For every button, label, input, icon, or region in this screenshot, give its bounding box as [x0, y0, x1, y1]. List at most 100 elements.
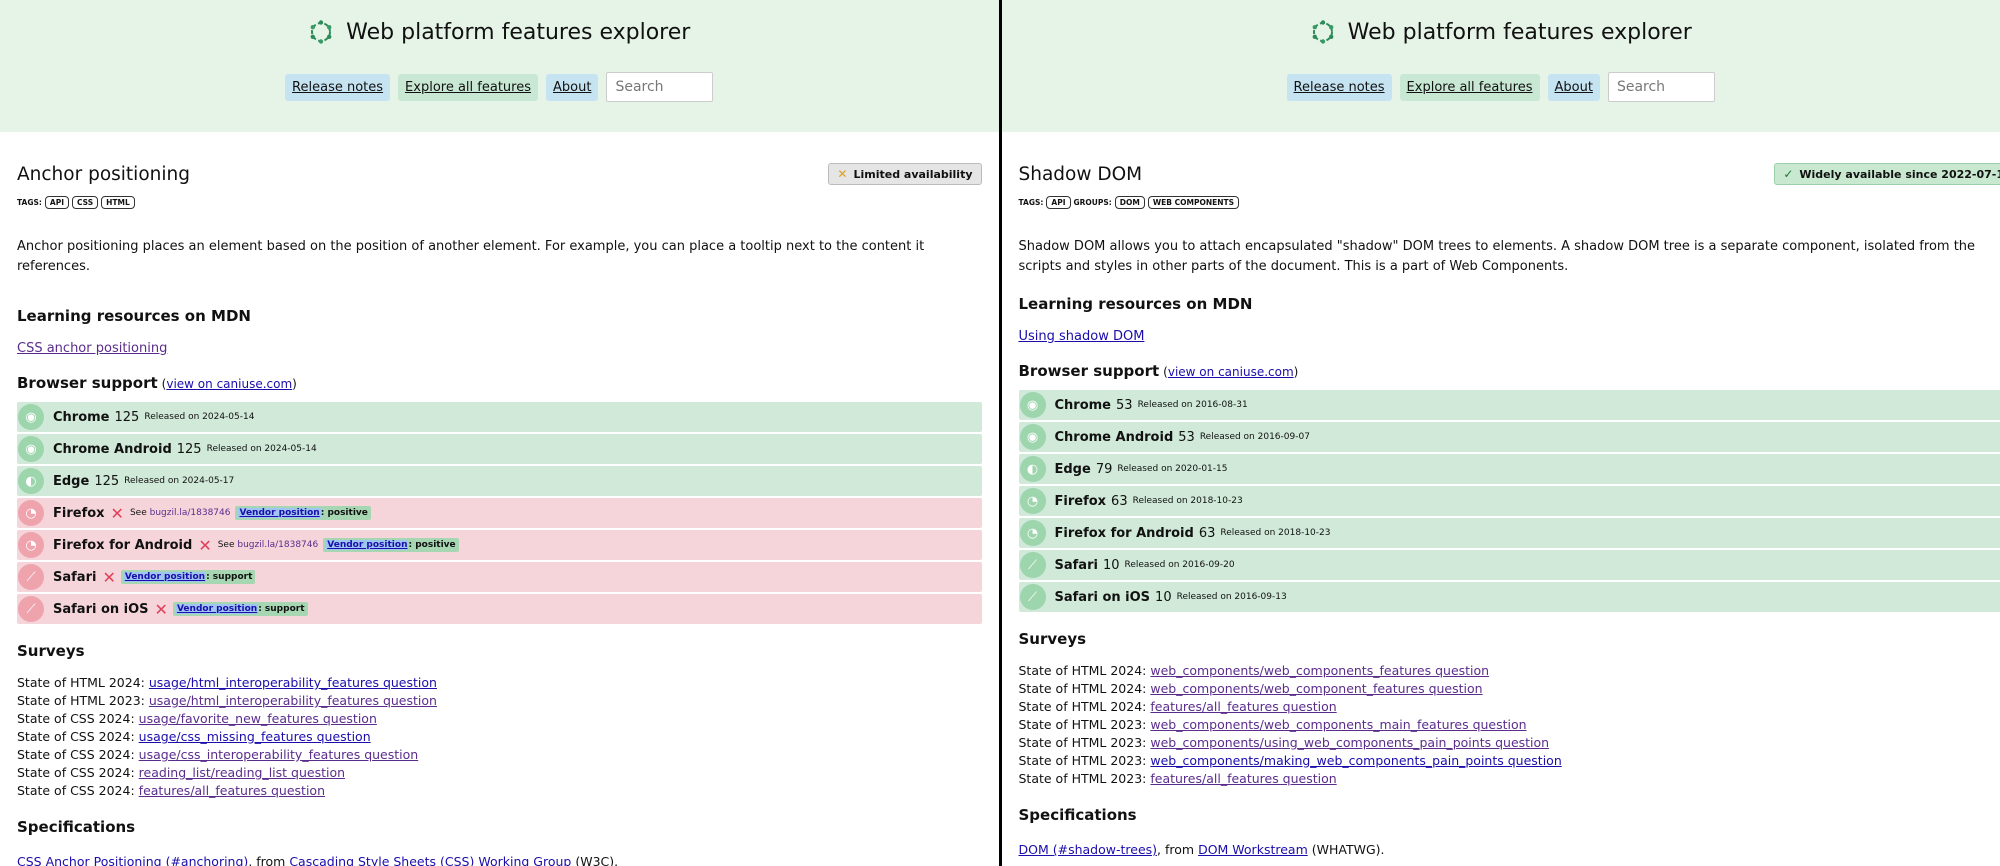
spec-org: (WHATWG). [1311, 842, 1385, 857]
bug-link[interactable]: bugzil.la/1838746 [237, 540, 318, 550]
vendor-position: Vendor position: positive [323, 538, 459, 552]
about-link[interactable]: About [546, 73, 599, 101]
mdn-link[interactable]: Using shadow DOM [1019, 329, 1984, 344]
paren-close: ) [1293, 365, 1299, 379]
survey-link[interactable]: usage/favorite_new_features question [139, 711, 377, 726]
firefox-android-icon: ◔ [18, 532, 44, 558]
badge-label: Limited availability [853, 167, 973, 181]
title-row: Shadow DOM ✓ Widely available since 2022… [1019, 163, 2000, 185]
browser-row-edge: ◐ Edge 125 Released on 2024-05-17 [17, 466, 982, 496]
survey-item: State of CSS 2024: usage/css_missing_fea… [17, 728, 982, 746]
survey-link[interactable]: web_components/using_web_components_pain… [1150, 735, 1549, 750]
brand[interactable]: Web platform features explorer [1310, 18, 1692, 46]
edge-icon: ◐ [1019, 456, 1046, 482]
release-date: Released on 2016-09-13 [1176, 592, 1287, 602]
browser-version: 53 [1178, 429, 1195, 445]
spec-group-link[interactable]: Cascading Style Sheets (CSS) Working Gro… [289, 854, 571, 866]
survey-link[interactable]: features/all_features question [1150, 699, 1336, 714]
bug-link[interactable]: bugzil.la/1838746 [150, 508, 231, 518]
survey-link[interactable]: web_components/web_components_main_featu… [1150, 717, 1526, 732]
survey-link[interactable]: web_components/making_web_components_pai… [1150, 753, 1561, 768]
mdn-link[interactable]: CSS anchor positioning [17, 341, 982, 356]
feature-main: Shadow DOM ✓ Widely available since 2022… [1002, 163, 2000, 857]
vendor-position-link[interactable]: Vendor position [123, 572, 207, 582]
spec-group-link[interactable]: DOM Workstream [1198, 842, 1308, 857]
survey-item: State of HTML 2024: web_components/web_c… [1019, 662, 1984, 680]
search-input[interactable] [606, 72, 714, 102]
browser-list: ◉ Chrome 125 Released on 2024-05-14 ◉ Ch… [17, 402, 982, 624]
release-date: Released on 2020-01-15 [1117, 464, 1228, 474]
browser-name: Safari on iOS [53, 601, 149, 617]
survey-label: State of HTML 2023: [17, 693, 145, 708]
browser-row-chrome-android: ◉ Chrome Android 53 Released on 2016-09-… [1018, 422, 2000, 452]
release-date: Released on 2016-09-07 [1199, 432, 1310, 442]
browser-version: 125 [176, 441, 202, 457]
firefox-android-icon: ◔ [1019, 520, 1046, 546]
survey-link[interactable]: web_components/web_components_features q… [1150, 663, 1489, 678]
surveys-section: Surveys State of HTML 2024: usage/html_i… [17, 642, 982, 800]
tags-label: TAGS: [1018, 198, 1044, 207]
see-text: See bugzil.la/1838746 [218, 540, 319, 550]
tag-css[interactable]: CSS [72, 196, 99, 209]
browser-name: Safari [1054, 557, 1098, 573]
search-input[interactable] [1607, 72, 1715, 102]
explore-all-link[interactable]: Explore all features [398, 73, 538, 101]
release-notes-link[interactable]: Release notes [1286, 73, 1392, 101]
survey-link[interactable]: reading_list/reading_list question [139, 765, 345, 780]
survey-item: State of CSS 2024: usage/favorite_new_fe… [17, 710, 982, 728]
browser-name: Firefox [53, 505, 105, 521]
spec-from: , from [1157, 842, 1195, 857]
explore-all-link[interactable]: Explore all features [1399, 73, 1540, 101]
vendor-position-link[interactable]: Vendor position [175, 604, 259, 614]
release-notes-link[interactable]: Release notes [285, 73, 391, 101]
survey-link[interactable]: usage/css_interoperability_features ques… [139, 747, 419, 762]
release-date: Released on 2016-09-20 [1124, 560, 1235, 570]
surveys-heading: Surveys [17, 642, 85, 660]
split-view: Web platform features explorer Release n… [0, 0, 2000, 866]
survey-link[interactable]: features/all_features question [139, 783, 325, 798]
survey-item: State of HTML 2023: web_components/web_c… [1019, 716, 1984, 734]
tag-api[interactable]: API [44, 196, 69, 209]
top-nav: Release notes Explore all features About [1286, 72, 1715, 102]
spec-org: (W3C). [575, 854, 619, 866]
specs-section: Specifications CSS Anchor Positioning (#… [17, 818, 982, 866]
browser-version: 79 [1095, 461, 1113, 477]
survey-link[interactable]: usage/html_interoperability_features que… [149, 693, 437, 708]
vendor-position-link[interactable]: Vendor position [238, 508, 321, 518]
browser-row-firefox: ◔ Firefox 63 Released on 2018-10-23 [1018, 486, 2000, 516]
tag-api[interactable]: API [1046, 196, 1071, 209]
limited-icon: ✕ [837, 167, 848, 181]
site-header: Web platform features explorer Release n… [1001, 0, 2000, 132]
group-web-components[interactable]: WEB COMPONENTS [1147, 196, 1240, 209]
spec-link[interactable]: DOM (#shadow-trees) [1019, 842, 1158, 857]
browser-support-section: Browser support (view on caniuse.com) ◉ … [17, 374, 982, 624]
caniuse-link[interactable]: view on caniuse.com [166, 377, 292, 391]
see-label: See [129, 508, 147, 518]
vendor-position-link[interactable]: Vendor position [326, 540, 409, 550]
brand[interactable]: Web platform features explorer [308, 18, 690, 46]
group-dom[interactable]: DOM [1114, 196, 1145, 209]
survey-link[interactable]: usage/html_interoperability_features que… [149, 675, 437, 690]
spec-item: CSS Anchor Positioning (#anchoring), fro… [17, 854, 982, 866]
tag-html[interactable]: HTML [101, 196, 135, 209]
browser-row-edge: ◐ Edge 79 Released on 2020-01-15 [1018, 454, 2000, 484]
survey-label: State of CSS 2024: [17, 783, 135, 798]
survey-label: State of CSS 2024: [17, 711, 135, 726]
survey-item: State of HTML 2023: features/all_feature… [1019, 770, 1984, 788]
survey-link[interactable]: features/all_features question [1150, 771, 1336, 786]
feature-description: Anchor positioning places an element bas… [17, 239, 925, 274]
survey-link[interactable]: usage/css_missing_features question [139, 729, 371, 744]
survey-link[interactable]: web_components/web_component_features qu… [1150, 681, 1482, 696]
edge-icon: ◐ [18, 468, 44, 494]
unsupported-icon: ✕ [154, 599, 168, 619]
survey-list: State of HTML 2024: usage/html_interoper… [17, 674, 982, 800]
release-date: Released on 2024-05-17 [124, 476, 235, 486]
vendor-position-value: : support [206, 572, 253, 582]
caniuse-link[interactable]: view on caniuse.com [1168, 365, 1294, 379]
browser-row-safari: ⟋ Safari ✕ Vendor position: support [17, 562, 982, 592]
see-text: See bugzil.la/1838746 [130, 508, 231, 518]
feature-title: Anchor positioning [17, 163, 190, 185]
survey-item: State of HTML 2023: usage/html_interoper… [17, 692, 982, 710]
spec-link[interactable]: CSS Anchor Positioning (#anchoring) [17, 854, 248, 866]
about-link[interactable]: About [1547, 73, 1600, 101]
